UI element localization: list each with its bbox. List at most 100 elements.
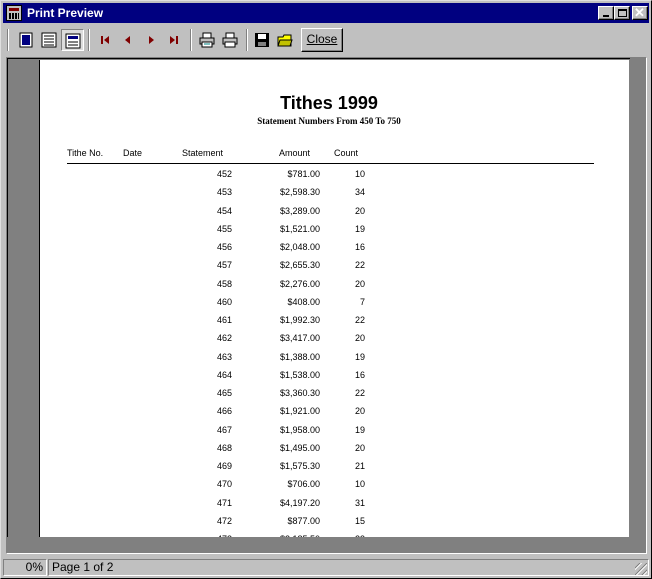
table-row: 465 $3,360.30 22 [40, 388, 600, 406]
first-page-button[interactable] [94, 29, 117, 51]
statement-cell: 463 [216, 351, 232, 362]
count-cell: 34 [354, 187, 365, 198]
amount-cell: $2,276.00 [279, 278, 320, 289]
count-cell: 19 [354, 351, 365, 362]
header-statement: Statement [182, 148, 224, 158]
resize-grip-icon[interactable] [635, 563, 647, 575]
table-row: 464 $1,538.00 16 [40, 370, 600, 388]
toolbar-separator [7, 29, 9, 51]
actual-size-icon [65, 33, 81, 49]
table-row: 455 $1,521.00 19 [40, 224, 600, 242]
header-date: Date [123, 148, 143, 158]
minimize-icon [603, 15, 609, 17]
amount-cell: $2,598.30 [279, 187, 320, 198]
print-button[interactable] [219, 29, 242, 51]
table-row: 452 $781.00 10 [40, 169, 600, 187]
statement-cell: 467 [216, 424, 232, 435]
table-row: 463 $1,388.00 19 [40, 352, 600, 370]
close-icon: ✕ [634, 5, 645, 20]
amount-cell: $3,289.00 [279, 205, 320, 216]
open-button[interactable] [274, 29, 297, 51]
header-tithe-no: Tithe No. [67, 148, 104, 158]
save-disk-icon [255, 33, 269, 47]
table-row: 456 $2,048.00 16 [40, 242, 600, 260]
maximize-icon [618, 9, 627, 17]
whole-page-icon [19, 32, 33, 48]
amount-cell: $2,655.30 [279, 260, 320, 271]
count-cell: 19 [354, 424, 365, 435]
count-cell: 21 [354, 461, 365, 471]
minimize-button[interactable] [598, 6, 614, 20]
statement-cell: 452 [216, 169, 232, 179]
statement-cell: 461 [216, 315, 232, 325]
window-title: Print Preview [27, 6, 104, 20]
count-cell: 10 [354, 169, 365, 179]
title-bar[interactable]: Print Preview ✕ [3, 3, 649, 23]
statement-cell: 455 [216, 223, 232, 234]
preview-viewport[interactable]: Tithes 1999 Statement Numbers From 450 T… [7, 58, 630, 537]
whole-page-button[interactable] [15, 29, 38, 51]
count-cell: 31 [354, 497, 365, 508]
count-cell: 10 [354, 479, 365, 490]
print-preview-window: Print Preview ✕ Close Tithes 1999 Statem… [0, 0, 652, 579]
toolbar-separator [190, 29, 192, 51]
first-page-icon [101, 36, 109, 44]
statement-cell: 454 [216, 205, 232, 216]
next-page-button[interactable] [140, 29, 163, 51]
count-cell: 19 [354, 223, 365, 234]
amount-cell: $1,992.30 [279, 315, 320, 325]
statement-cell: 457 [216, 260, 232, 271]
statement-cell: 471 [216, 497, 232, 508]
statement-cell: 456 [216, 242, 232, 252]
amount-cell: $2,048.00 [279, 242, 320, 252]
count-cell: 22 [354, 260, 365, 271]
toolbar-separator [88, 29, 90, 51]
table-row: 458 $2,276.00 20 [40, 279, 600, 297]
previous-page-button[interactable] [117, 29, 140, 51]
page-width-icon [41, 32, 57, 48]
table-row: 469 $1,575.30 21 [40, 461, 600, 479]
header-amount: Amount [279, 148, 311, 158]
amount-cell: $1,388.00 [279, 351, 320, 362]
count-cell: 16 [354, 369, 365, 380]
amount-cell: $1,575.30 [279, 461, 320, 471]
actual-size-button[interactable] [61, 29, 84, 51]
table-row: 457 $2,655.30 22 [40, 260, 600, 278]
statement-cell: 466 [216, 406, 232, 417]
count-cell: 22 [354, 315, 365, 325]
table-row: 470 $706.00 10 [40, 479, 600, 497]
page-indicator: Page 1 of 2 [48, 559, 649, 576]
table-row: 460 $408.00 7 [40, 297, 600, 315]
statement-cell: 462 [216, 333, 232, 344]
save-button[interactable] [251, 29, 274, 51]
print-setup-button[interactable] [196, 29, 219, 51]
page-width-button[interactable] [38, 29, 61, 51]
amount-cell: $1,521.00 [279, 223, 320, 234]
app-icon[interactable] [6, 5, 22, 21]
statement-cell: 470 [216, 479, 232, 490]
amount-cell: $4,197.20 [279, 497, 320, 508]
statement-cell: 468 [216, 442, 232, 453]
amount-cell: $408.00 [287, 296, 320, 307]
maximize-button[interactable] [614, 6, 630, 20]
statement-cell: 464 [216, 369, 232, 380]
table-row: 472 $877.00 15 [40, 516, 600, 534]
previous-page-icon [125, 36, 130, 44]
report-subtitle: Statement Numbers From 450 To 750 [257, 116, 401, 126]
table-row: 454 $3,289.00 20 [40, 206, 600, 224]
table-row: 453 $2,598.30 34 [40, 187, 600, 205]
header-rule [67, 163, 594, 164]
count-cell: 16 [354, 242, 365, 252]
next-page-icon [149, 36, 154, 44]
table-row: 466 $1,921.00 20 [40, 406, 600, 424]
amount-cell: $3,360.30 [279, 388, 320, 398]
statement-cell: 460 [216, 296, 232, 307]
amount-cell: $3,417.00 [279, 333, 320, 344]
header-count: Count [334, 148, 359, 158]
close-window-button[interactable]: ✕ [632, 5, 648, 20]
last-page-button[interactable] [163, 29, 186, 51]
table-row: 461 $1,992.30 22 [40, 315, 600, 333]
amount-cell: $2,185.50 [250, 534, 320, 537]
close-button[interactable]: Close [301, 28, 343, 52]
table-row: 471 $4,197.20 31 [40, 498, 600, 516]
